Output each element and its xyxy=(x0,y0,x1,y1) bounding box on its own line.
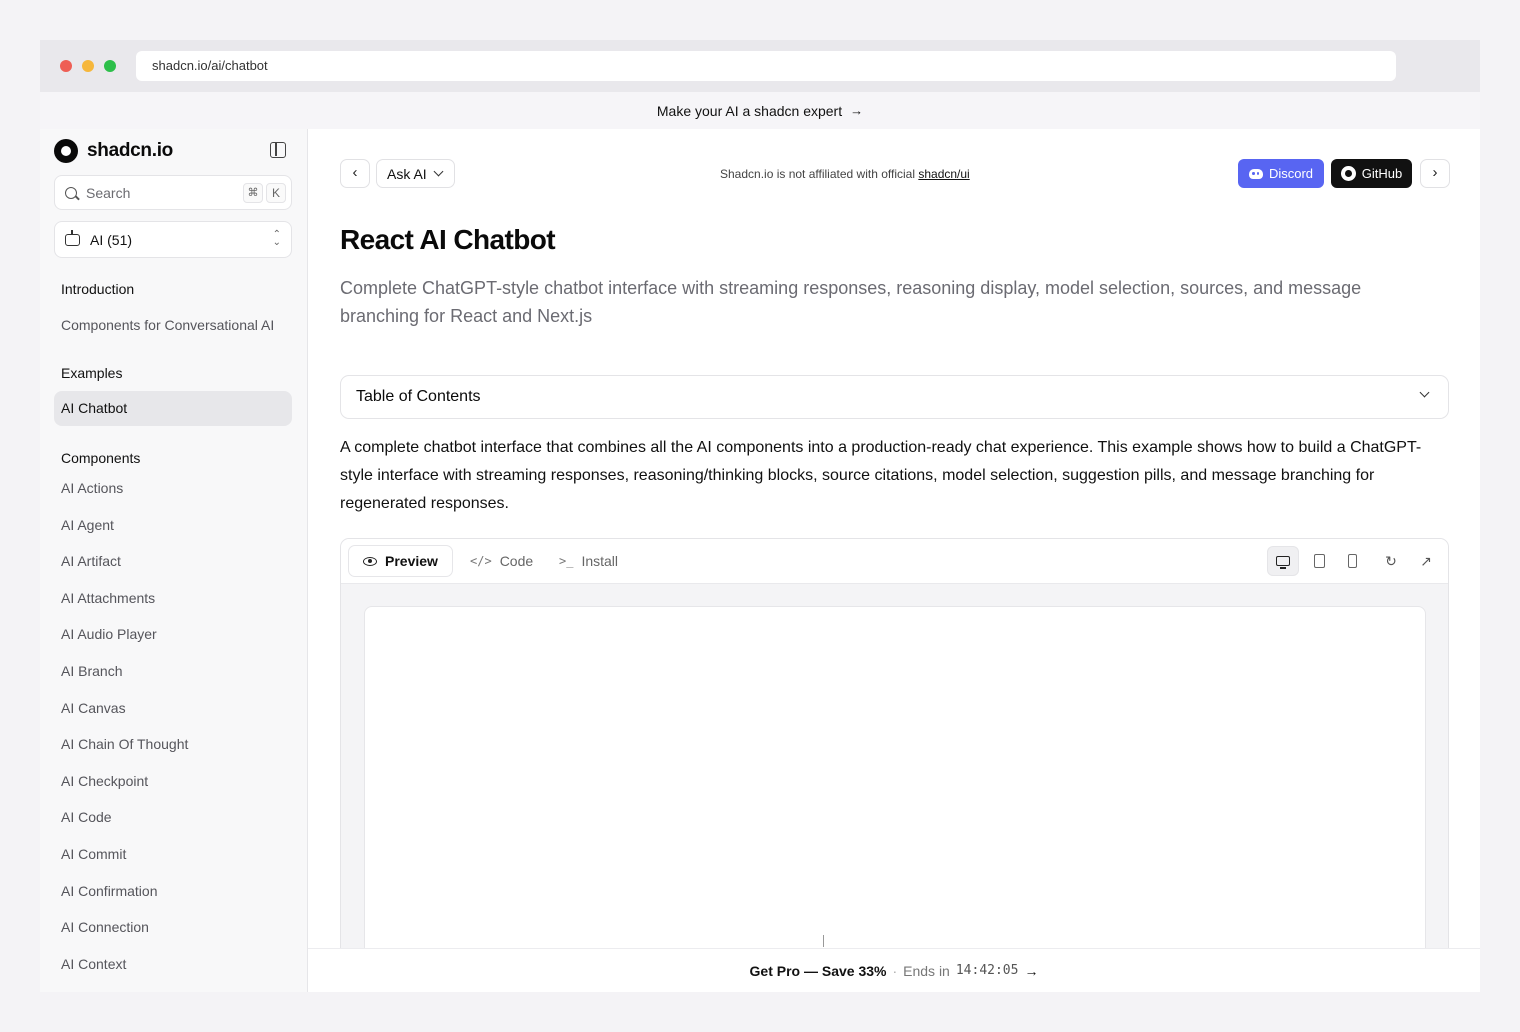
sidebar-item-ai-chatbot[interactable]: AI Chatbot xyxy=(54,391,292,426)
tab-code[interactable]: </> Code xyxy=(456,545,547,577)
chevron-down-icon xyxy=(433,166,444,177)
refresh-preview-button[interactable]: ↻ xyxy=(1375,546,1407,576)
category-selector-label: AI (51) xyxy=(90,231,133,248)
ask-ai-label: Ask AI xyxy=(387,165,427,182)
minimize-window-dot[interactable] xyxy=(82,60,94,72)
site-logo[interactable]: shadcn.io xyxy=(54,139,173,163)
tablet-icon xyxy=(1313,554,1325,568)
tab-install-label: Install xyxy=(581,553,619,569)
tab-code-label: Code xyxy=(499,553,534,569)
sidebar-item-component[interactable]: AI Branch xyxy=(54,653,292,690)
sidebar-item-component[interactable]: AI Connection xyxy=(54,909,292,946)
sidebar-item-component[interactable]: AI Checkpoint xyxy=(54,763,292,800)
tab-preview[interactable]: Preview xyxy=(348,545,453,577)
refresh-icon: ↻ xyxy=(1385,553,1397,569)
open-external-button[interactable]: ↗ xyxy=(1410,546,1442,576)
shadcn-ui-link[interactable]: shadcn/ui xyxy=(918,167,969,181)
promo-ends-label: Ends in xyxy=(903,962,950,979)
logo-icon xyxy=(54,139,78,163)
browser-window: shadcn.io/ai/chatbot Make your AI a shad… xyxy=(40,40,1480,992)
tab-preview-label: Preview xyxy=(385,553,438,569)
sidebar-item-component[interactable]: AI Context xyxy=(54,946,292,983)
page-title: React AI Chatbot xyxy=(340,224,556,255)
arrow-right-icon: → xyxy=(1024,962,1039,979)
sidebar-item-component[interactable]: AI Code xyxy=(54,799,292,836)
promo-text: Get Pro — Save 33% xyxy=(749,962,887,979)
sidebar: shadcn.io Search ⌘ K AI (51) ⌃ ⌄ Introduc… xyxy=(40,129,308,992)
sidebar-toggle-icon[interactable] xyxy=(270,142,286,158)
next-page-button[interactable]: › xyxy=(1420,159,1450,188)
announcement-text: Make your AI a shadcn expert xyxy=(656,102,843,119)
nav-heading: Examples xyxy=(61,365,123,381)
components-list: AI Actions AI Agent AI Artifact AI Attachme… xyxy=(54,470,292,982)
nav-section-introduction: Introduction Components for Conversation… xyxy=(54,281,292,344)
pro-promo-bar[interactable]: Get Pro — Save 33% · Ends in 14:42:05 → xyxy=(308,948,1480,992)
affiliation-disclaimer: Shadcn.io is not affiliated with officia… xyxy=(720,167,970,181)
disclaimer-text: Shadcn.io is not affiliated with officia… xyxy=(720,167,919,181)
github-button[interactable]: GitHub xyxy=(1331,159,1412,188)
sidebar-item-component[interactable]: AI Confirmation xyxy=(54,873,292,910)
desktop-view-button[interactable] xyxy=(1267,546,1299,576)
search-icon xyxy=(65,186,77,199)
sidebar-item-component[interactable]: AI Actions xyxy=(54,470,292,507)
announcement-banner[interactable]: Make your AI a shadcn expert → xyxy=(40,92,1480,129)
external-link-icon: ↗ xyxy=(1420,553,1432,569)
sidebar-item-component[interactable]: AI Canvas xyxy=(54,690,292,727)
preview-tabbar: Preview </> Code >_ Install ↻ ↗ xyxy=(341,539,1448,584)
page-description: Complete ChatGPT-style chatbot interface… xyxy=(340,278,1362,326)
address-bar[interactable]: shadcn.io/ai/chatbot xyxy=(136,51,1396,81)
arrow-right-icon: → xyxy=(850,103,864,118)
category-selector[interactable]: AI (51) ⌃ ⌄ xyxy=(54,221,292,258)
sidebar-item-component[interactable]: AI Chain Of Thought xyxy=(54,726,292,763)
sidebar-item-component[interactable]: AI Audio Player xyxy=(54,616,292,653)
prev-page-button[interactable]: ‹ xyxy=(340,159,370,188)
sidebar-item-components-for-conversational-ai[interactable]: Components for Conversational AI xyxy=(54,307,292,344)
eye-icon xyxy=(363,556,377,566)
search-placeholder: Search xyxy=(86,184,131,201)
phone-icon xyxy=(1347,554,1357,568)
sidebar-item-component[interactable]: AI Artifact xyxy=(54,543,292,580)
discord-button[interactable]: Discord xyxy=(1238,159,1324,188)
bot-icon xyxy=(65,229,80,246)
nav-section-examples: Examples AI Chatbot xyxy=(54,365,292,426)
browser-chrome: shadcn.io/ai/chatbot xyxy=(40,40,1480,92)
text-cursor xyxy=(823,935,824,947)
monitor-icon xyxy=(1276,556,1290,569)
preview-canvas[interactable] xyxy=(364,606,1426,992)
tab-install[interactable]: >_ Install xyxy=(545,545,632,577)
maximize-window-dot[interactable] xyxy=(104,60,116,72)
chevrons-up-down-icon: ⌃ ⌄ xyxy=(272,229,281,248)
shortcut-k-key: K xyxy=(266,183,286,203)
nav-heading: Components xyxy=(61,450,141,466)
promo-countdown: 14:42:05 xyxy=(955,963,1019,978)
tablet-view-button[interactable] xyxy=(1303,546,1335,576)
sidebar-item-component[interactable]: AI Agent xyxy=(54,507,292,544)
mobile-view-button[interactable] xyxy=(1336,546,1368,576)
table-of-contents-toggle[interactable]: Table of Contents xyxy=(340,375,1449,419)
github-label: GitHub xyxy=(1361,166,1403,181)
discord-icon xyxy=(1248,168,1263,179)
shortcut-cmd-key: ⌘ xyxy=(243,183,263,203)
code-icon: </> xyxy=(470,554,492,568)
nav-section-components: Components AI Actions AI Agent AI Artifact… xyxy=(54,450,292,982)
ask-ai-button[interactable]: Ask AI xyxy=(376,159,455,188)
sidebar-item-component[interactable]: AI Attachments xyxy=(54,580,292,617)
component-preview: Preview </> Code >_ Install ↻ ↗ xyxy=(340,538,1449,992)
toc-label: Table of Contents xyxy=(356,388,481,405)
nav-heading: Introduction xyxy=(61,281,135,297)
search-input[interactable]: Search ⌘ K xyxy=(54,175,292,210)
promo-separator: · xyxy=(892,962,898,979)
terminal-icon: >_ xyxy=(559,554,574,568)
intro-paragraph: A complete chatbot interface that combin… xyxy=(340,439,1422,512)
github-icon xyxy=(1340,166,1356,181)
logo-text: shadcn.io xyxy=(87,140,173,161)
discord-label: Discord xyxy=(1268,166,1314,181)
chevron-down-icon xyxy=(1419,387,1430,398)
close-window-dot[interactable] xyxy=(60,60,72,72)
sidebar-item-component[interactable]: AI Commit xyxy=(54,836,292,873)
main-content: ‹ Ask AI Shadcn.io is not affiliated wit… xyxy=(308,129,1480,992)
